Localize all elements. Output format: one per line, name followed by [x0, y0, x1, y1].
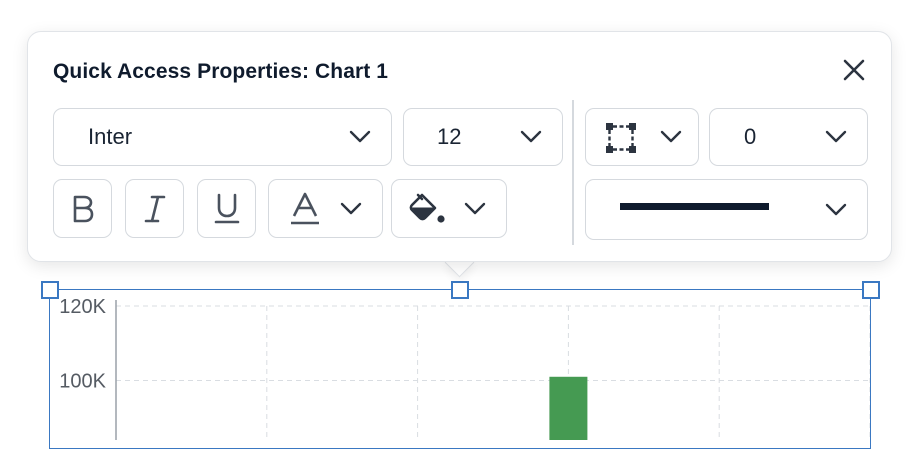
- chevron-down-icon: [349, 130, 371, 143]
- close-icon: [843, 59, 865, 81]
- line-style-select[interactable]: [585, 179, 868, 240]
- italic-button[interactable]: [125, 179, 184, 238]
- text-color-icon: [291, 192, 319, 225]
- border-box-icon: [606, 123, 636, 153]
- chevron-down-icon: [825, 130, 847, 143]
- font-family-select[interactable]: Inter: [53, 108, 392, 166]
- chevron-down-icon: [825, 203, 847, 215]
- paint-bucket-icon: [409, 193, 445, 223]
- chevron-down-icon: [520, 130, 542, 143]
- border-width-select[interactable]: 0: [709, 108, 868, 166]
- italic-icon: [144, 195, 165, 222]
- resize-handle-top-left[interactable]: [41, 281, 59, 299]
- line-style-preview: [620, 203, 769, 210]
- font-size-select[interactable]: 12: [403, 108, 563, 166]
- toolbar-divider: [572, 100, 574, 245]
- close-button[interactable]: [840, 56, 868, 84]
- underline-button[interactable]: [197, 179, 256, 238]
- chevron-down-icon: [660, 130, 682, 143]
- font-family-value: Inter: [88, 124, 133, 149]
- resize-handle-top-right[interactable]: [862, 281, 880, 299]
- underline-icon: [214, 193, 239, 223]
- font-size-value: 12: [437, 124, 462, 149]
- chevron-down-icon: [464, 202, 486, 214]
- fill-color-select[interactable]: [391, 179, 507, 238]
- border-style-select[interactable]: [585, 108, 699, 166]
- popup-title: Quick Access Properties: Chart 1: [53, 60, 389, 83]
- quick-access-properties-popup: Quick Access Properties: Chart 1 Inter 1…: [27, 31, 892, 262]
- chevron-down-icon: [340, 202, 362, 214]
- chart-selection-frame[interactable]: [49, 289, 871, 449]
- text-color-select[interactable]: [268, 179, 383, 238]
- bold-button[interactable]: [53, 179, 112, 238]
- bold-icon: [73, 195, 93, 222]
- border-width-value: 0: [744, 124, 757, 149]
- resize-handle-top-center[interactable]: [451, 281, 469, 299]
